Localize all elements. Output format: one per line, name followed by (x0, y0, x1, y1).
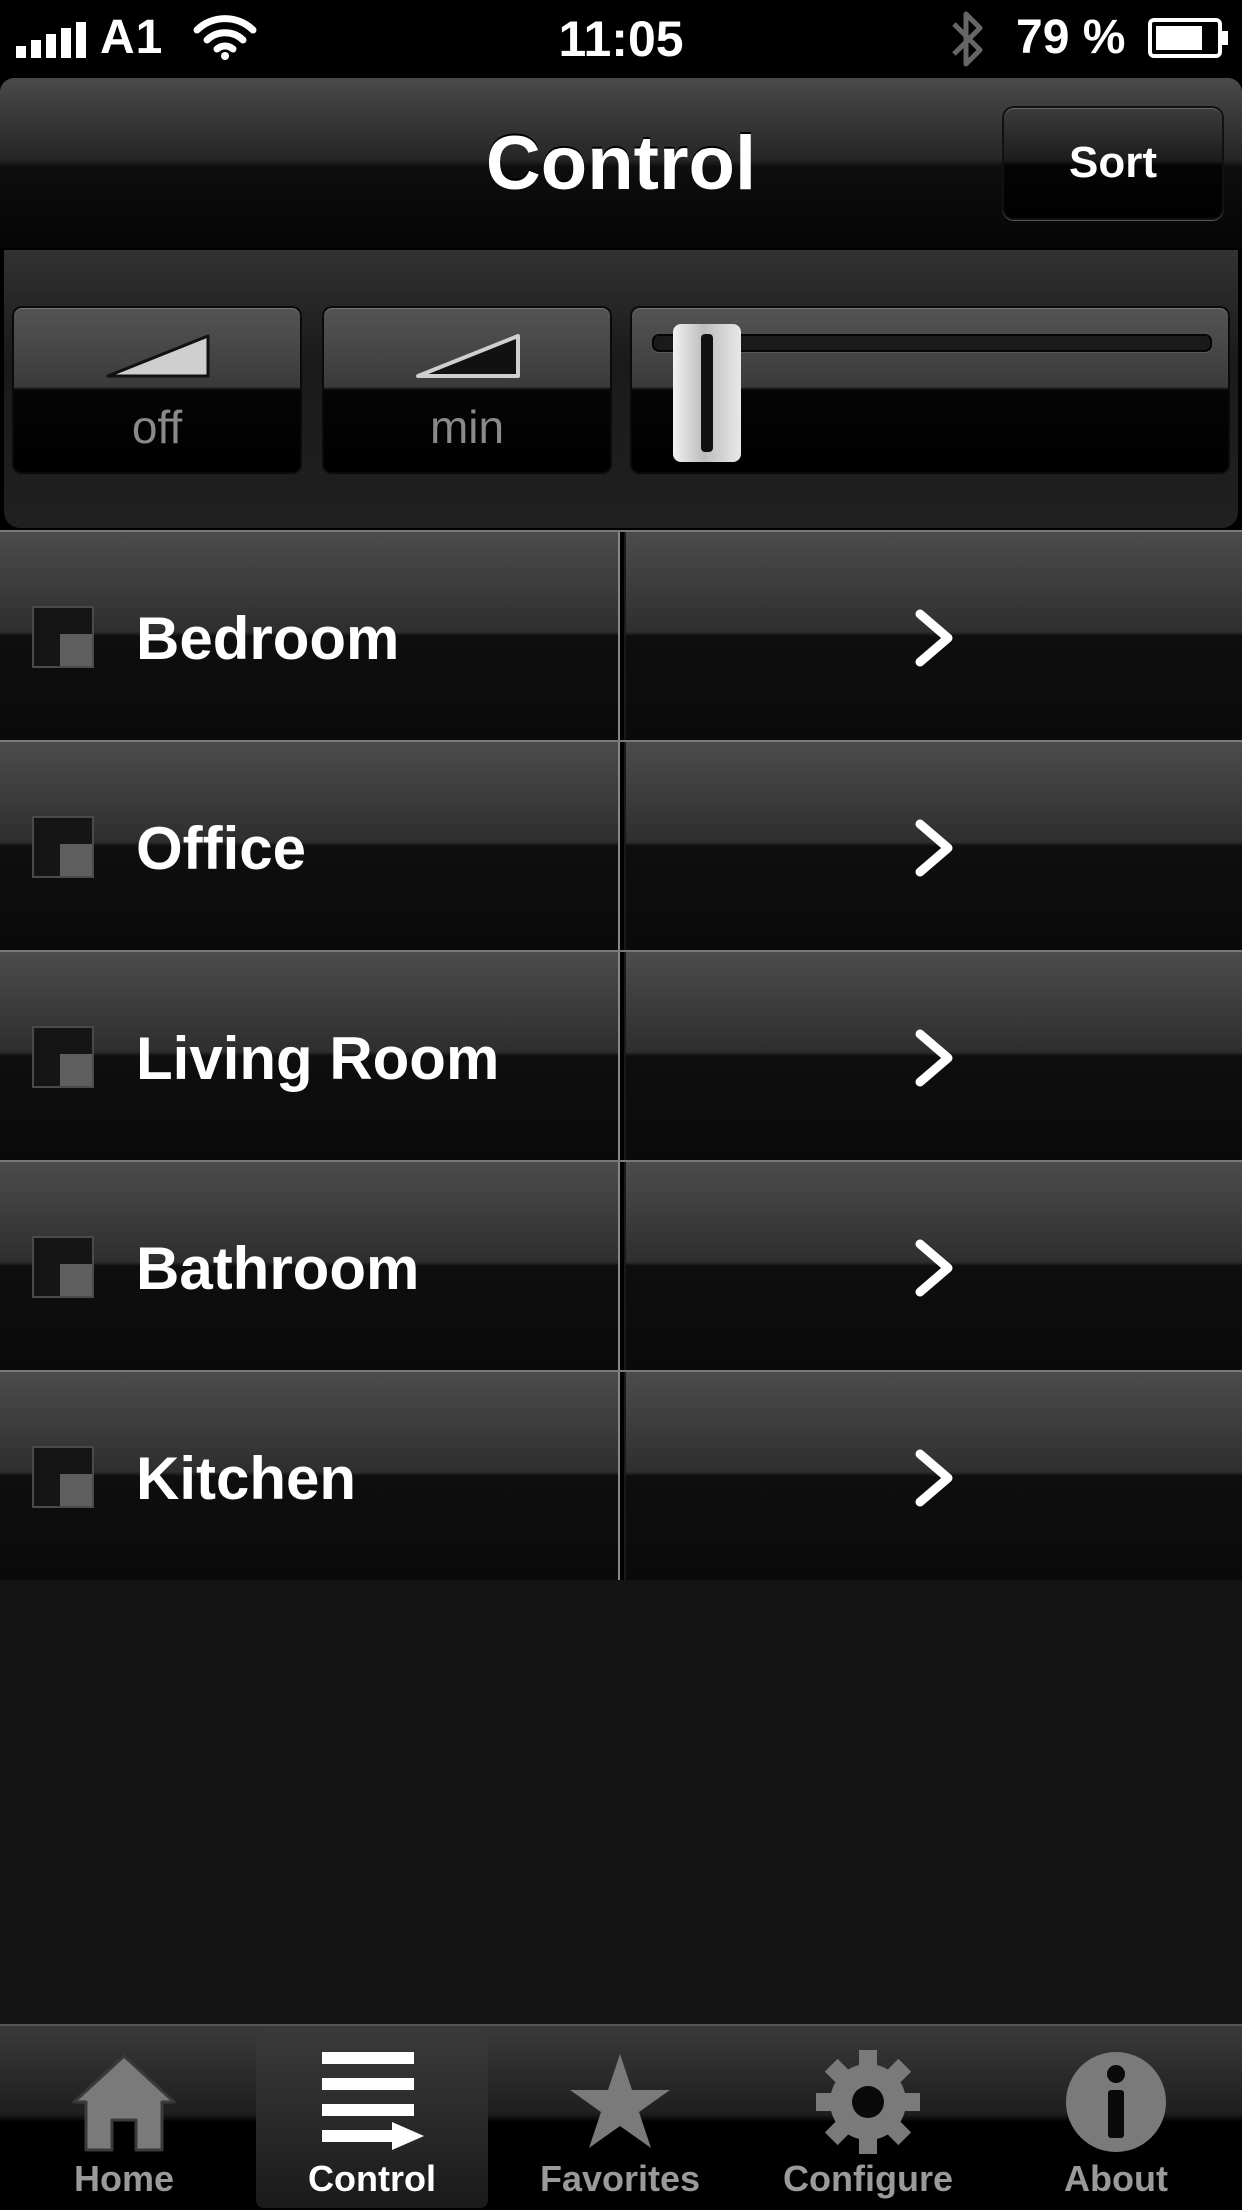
battery-percentage: 79 % (1016, 11, 1126, 64)
min-label: min (429, 401, 505, 453)
room-label: Bedroom (136, 605, 400, 672)
room-detail-button[interactable] (624, 1162, 1242, 1370)
battery-icon (1148, 18, 1228, 58)
off-label: off (131, 401, 183, 453)
sort-button[interactable]: Sort (1002, 106, 1224, 220)
slider-thumb[interactable] (672, 324, 741, 462)
empty-area (0, 1580, 1242, 2024)
status-bar: A1 11:05 79 % (0, 0, 1242, 78)
room-toggle[interactable]: Office (0, 742, 620, 950)
chevron-right-icon (915, 1239, 953, 1297)
dimmer-panel: off min (4, 250, 1238, 528)
tab-about[interactable]: About (1000, 2030, 1232, 2208)
min-button[interactable]: min (322, 306, 612, 474)
room-toggle[interactable]: Bathroom (0, 1162, 620, 1370)
info-icon (1066, 2052, 1166, 2152)
room-list: Bedroom Office Living Room Bathroom Kitc… (0, 530, 1242, 1580)
slider-thumb-groove (700, 334, 713, 452)
room-row: Kitchen (0, 1370, 1242, 1580)
chevron-right-icon (915, 819, 953, 877)
tab-label: Favorites (539, 2158, 701, 2199)
dimmer-slider[interactable] (630, 306, 1230, 474)
ramp-min-icon (416, 334, 520, 378)
tab-label: Configure (783, 2158, 953, 2199)
room-checkbox[interactable] (32, 1236, 94, 1298)
room-checkbox[interactable] (32, 1446, 94, 1508)
chevron-right-icon (915, 609, 953, 667)
room-detail-button[interactable] (624, 742, 1242, 950)
room-row: Bedroom (0, 530, 1242, 740)
tab-bar: Home Control Favorites Configure About (0, 2024, 1242, 2210)
chevron-right-icon (915, 1449, 953, 1507)
control-icon (322, 2052, 424, 2150)
room-toggle[interactable]: Kitchen (0, 1372, 620, 1580)
room-label: Bathroom (136, 1235, 420, 1302)
tab-favorites[interactable]: Favorites (504, 2030, 736, 2208)
tab-label: About (1064, 2158, 1168, 2199)
tab-home[interactable]: Home (8, 2030, 240, 2208)
room-checkbox[interactable] (32, 1026, 94, 1088)
room-checkbox[interactable] (32, 606, 94, 668)
room-detail-button[interactable] (624, 952, 1242, 1160)
ramp-off-icon (106, 334, 210, 378)
room-label: Office (136, 815, 307, 882)
room-toggle[interactable]: Bedroom (0, 532, 620, 740)
room-label: Living Room (136, 1025, 500, 1092)
off-button[interactable]: off (12, 306, 302, 474)
room-row: Living Room (0, 950, 1242, 1160)
room-detail-button[interactable] (624, 1372, 1242, 1580)
room-row: Office (0, 740, 1242, 950)
home-icon (72, 2054, 176, 2152)
navigation-bar: Control Sort (0, 78, 1242, 250)
tab-label: Control (308, 2158, 436, 2199)
room-detail-button[interactable] (624, 532, 1242, 740)
tab-configure[interactable]: Configure (752, 2030, 984, 2208)
room-row: Bathroom (0, 1160, 1242, 1370)
room-checkbox[interactable] (32, 816, 94, 878)
gear-icon (816, 2050, 920, 2154)
chevron-right-icon (915, 1029, 953, 1087)
room-label: Kitchen (136, 1445, 357, 1512)
bluetooth-icon (952, 11, 983, 67)
room-toggle[interactable]: Living Room (0, 952, 620, 1160)
star-icon (570, 2054, 670, 2148)
tab-label: Home (73, 2158, 175, 2199)
tab-control[interactable]: Control (256, 2030, 488, 2208)
